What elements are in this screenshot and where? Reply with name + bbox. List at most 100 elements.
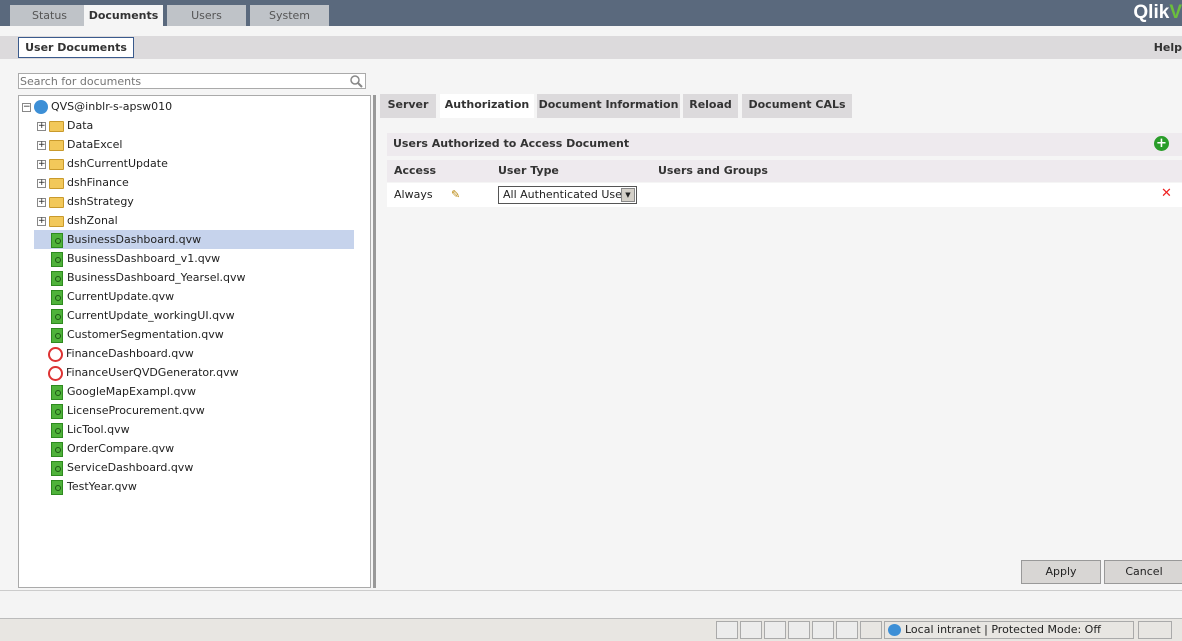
status-cell xyxy=(764,621,786,639)
folder-label: Data xyxy=(67,119,94,132)
delete-icon[interactable]: ✕ xyxy=(1161,186,1172,201)
document-label: FinanceUserQVDGenerator.qvw xyxy=(66,366,239,379)
col-access: Access xyxy=(394,164,437,177)
folder-label: dshCurrentUpdate xyxy=(67,157,168,170)
tree-root-label: QVS@inblr-s-apsw010 xyxy=(51,100,173,113)
expand-icon[interactable]: + xyxy=(37,159,46,169)
document-label: CurrentUpdate.qvw xyxy=(67,290,175,303)
tab-system[interactable]: System xyxy=(250,5,329,26)
expand-icon[interactable]: + xyxy=(37,178,46,188)
tree-document[interactable]: OrderCompare.qvw xyxy=(34,439,354,458)
folder-icon xyxy=(49,120,64,132)
tab-server[interactable]: Server xyxy=(380,94,436,118)
tree-document[interactable]: CustomerSegmentation.qvw xyxy=(34,325,354,344)
tree-folder[interactable]: + dshStrategy xyxy=(37,192,134,211)
page-footer xyxy=(0,590,1182,618)
folder-label: DataExcel xyxy=(67,138,123,151)
document-label: FinanceDashboard.qvw xyxy=(66,347,194,360)
col-user-type: User Type xyxy=(498,164,559,177)
expand-icon[interactable]: + xyxy=(37,216,46,226)
qvw-document-icon xyxy=(51,479,63,495)
tree-document[interactable]: CurrentUpdate.qvw xyxy=(34,287,354,306)
folder-label: dshFinance xyxy=(67,176,129,189)
tree-document[interactable]: BusinessDashboard.qvw xyxy=(34,230,354,249)
expand-icon[interactable]: + xyxy=(37,197,46,207)
tab-document-cals[interactable]: Document CALs xyxy=(742,94,852,118)
tab-status[interactable]: Status xyxy=(10,5,89,26)
section-title: Users Authorized to Access Document xyxy=(387,133,1182,156)
zone-indicator[interactable]: Local intranet | Protected Mode: Off xyxy=(884,621,1134,639)
document-label: LicTool.qvw xyxy=(67,423,130,436)
scheduled-document-icon xyxy=(48,365,63,381)
chevron-down-icon[interactable]: ▼ xyxy=(621,188,635,202)
tree-root[interactable]: − QVS@inblr-s-apsw010 xyxy=(22,97,172,116)
qvw-document-icon xyxy=(51,270,63,286)
tree-folder[interactable]: + dshFinance xyxy=(37,173,129,192)
tab-authorization[interactable]: Authorization xyxy=(440,94,534,118)
scheduled-document-icon xyxy=(48,346,63,362)
tree-folder[interactable]: + dshZonal xyxy=(37,211,118,230)
status-cell xyxy=(836,621,858,639)
qvw-document-icon xyxy=(51,251,63,267)
security-key-icon[interactable] xyxy=(860,621,882,639)
document-label: GoogleMapExampl.qvw xyxy=(67,385,196,398)
tree-document[interactable]: BusinessDashboard_Yearsel.qvw xyxy=(34,268,354,287)
tree-folder[interactable]: + Data xyxy=(37,116,93,135)
tree-document[interactable]: ServiceDashboard.qvw xyxy=(34,458,354,477)
tree-document[interactable]: LicenseProcurement.qvw xyxy=(34,401,354,420)
search-input[interactable] xyxy=(18,73,366,89)
access-value: Always xyxy=(394,188,433,201)
qvw-document-icon xyxy=(51,384,63,400)
globe-icon xyxy=(888,624,901,636)
document-label: CurrentUpdate_workingUI.qvw xyxy=(67,309,235,322)
qlikview-logo: QlikV xyxy=(1133,2,1182,23)
tree-document[interactable]: GoogleMapExampl.qvw xyxy=(34,382,354,401)
document-label: ServiceDashboard.qvw xyxy=(67,461,194,474)
server-globe-icon xyxy=(34,100,48,114)
pencil-icon[interactable]: ✎ xyxy=(451,183,460,207)
qvw-document-icon xyxy=(51,422,63,438)
tree-document[interactable]: LicTool.qvw xyxy=(34,420,354,439)
apply-button[interactable]: Apply xyxy=(1021,560,1101,584)
table-header: Access User Type Users and Groups xyxy=(387,160,1182,182)
tree-document[interactable]: FinanceUserQVDGenerator.qvw xyxy=(34,363,354,382)
tree-folder[interactable]: + DataExcel xyxy=(37,135,122,154)
cancel-button[interactable]: Cancel xyxy=(1104,560,1182,584)
tree-folder[interactable]: + dshCurrentUpdate xyxy=(37,154,168,173)
document-tree: − QVS@inblr-s-apsw010 + Data + DataExcel + dsh… xyxy=(18,95,371,588)
expand-icon[interactable]: + xyxy=(37,121,46,131)
collapse-icon[interactable]: − xyxy=(22,102,31,112)
folder-icon xyxy=(49,215,64,227)
panel-splitter[interactable] xyxy=(373,95,376,588)
expand-icon[interactable]: + xyxy=(37,140,46,150)
table-row: Always ✎ All Authenticated Users ▼ xyxy=(387,183,1182,207)
sub-nav-bar xyxy=(0,36,1182,59)
document-label: OrderCompare.qvw xyxy=(67,442,175,455)
tree-document[interactable]: BusinessDashboard_v1.qvw xyxy=(34,249,354,268)
qvw-document-icon xyxy=(51,460,63,476)
document-label: TestYear.qvw xyxy=(67,480,137,493)
col-users-groups: Users and Groups xyxy=(658,164,768,177)
search-icon[interactable] xyxy=(349,74,363,88)
protected-mode-icon[interactable] xyxy=(1138,621,1172,639)
tab-documents[interactable]: Documents xyxy=(84,5,163,26)
tree-document[interactable]: FinanceDashboard.qvw xyxy=(34,344,354,363)
tab-document-information[interactable]: Document Information xyxy=(537,94,680,118)
document-label: CustomerSegmentation.qvw xyxy=(67,328,224,341)
user-type-select[interactable]: All Authenticated Users ▼ xyxy=(498,186,637,204)
qvw-document-icon xyxy=(51,441,63,457)
folder-icon xyxy=(49,158,64,170)
tree-document[interactable]: TestYear.qvw xyxy=(34,477,354,496)
qvw-document-icon xyxy=(51,308,63,324)
qvw-document-icon xyxy=(51,289,63,305)
document-label: LicenseProcurement.qvw xyxy=(67,404,205,417)
tab-users[interactable]: Users xyxy=(167,5,246,26)
tab-reload[interactable]: Reload xyxy=(683,94,738,118)
add-icon[interactable]: + xyxy=(1154,136,1169,151)
status-cell xyxy=(812,621,834,639)
tree-document[interactable]: CurrentUpdate_workingUI.qvw xyxy=(34,306,354,325)
status-cell xyxy=(716,621,738,639)
help-link[interactable]: Help xyxy=(1154,36,1182,59)
status-cell xyxy=(788,621,810,639)
user-documents-tab[interactable]: User Documents xyxy=(18,37,134,58)
